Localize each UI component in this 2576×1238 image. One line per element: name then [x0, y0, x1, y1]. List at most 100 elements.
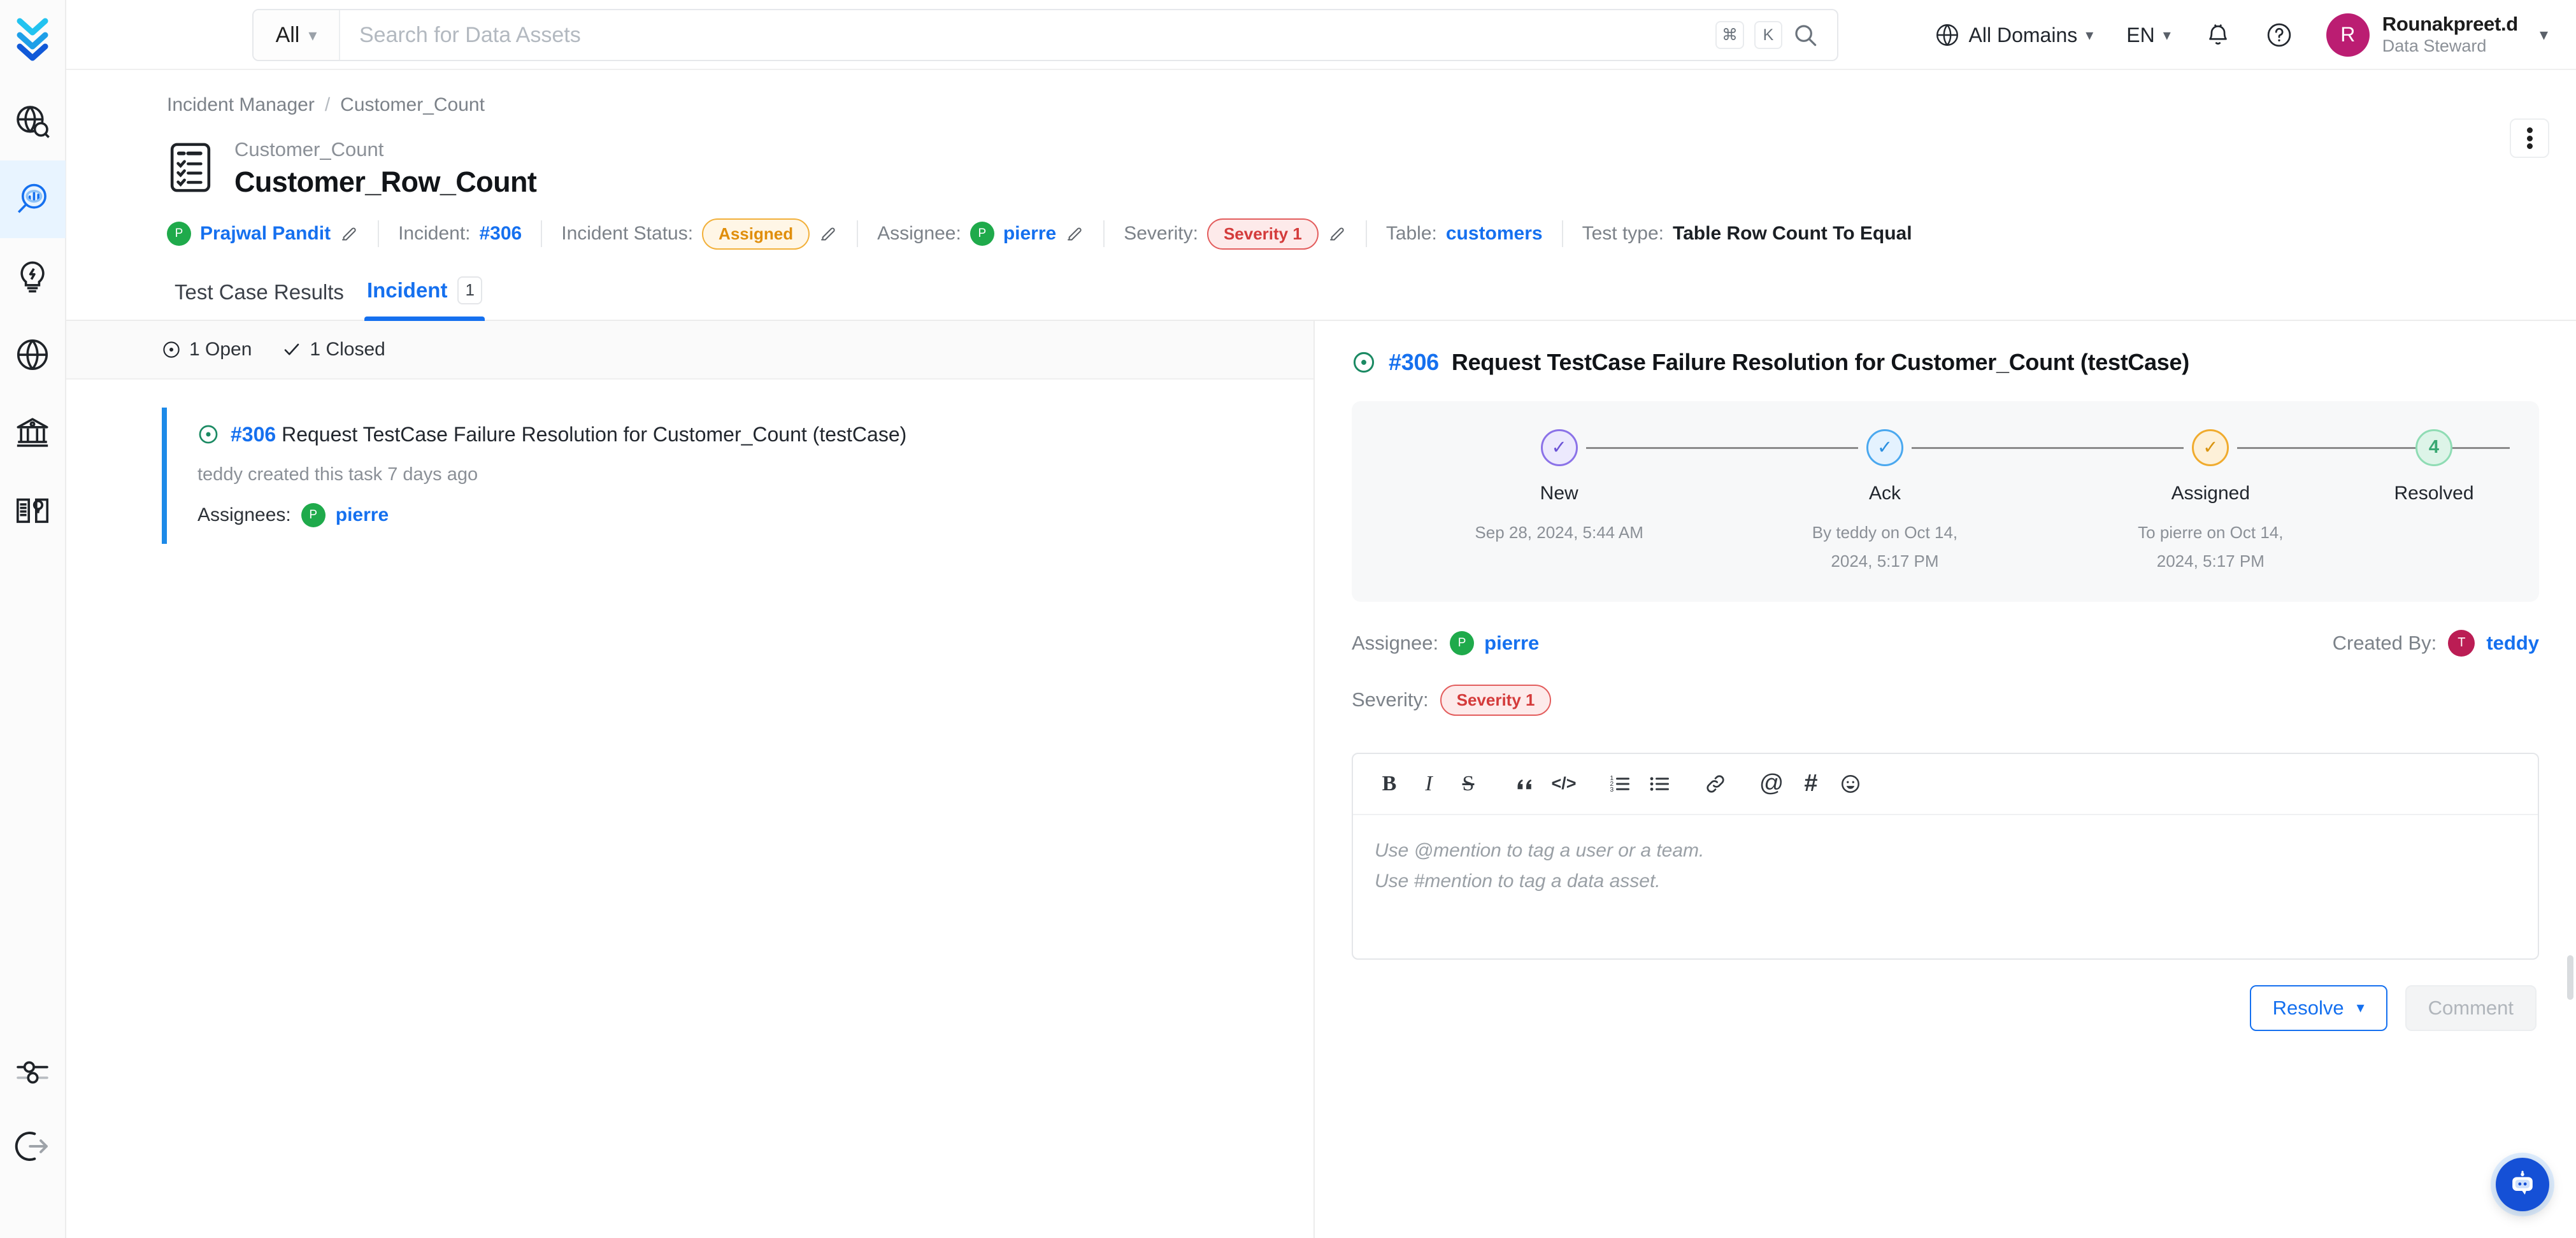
breadcrumb-parent[interactable]: Incident Manager: [167, 94, 315, 116]
resolve-button[interactable]: Resolve ▾: [2250, 985, 2387, 1031]
comment-input[interactable]: Use @mention to tag a user or a team. Us…: [1353, 815, 2538, 958]
edit-pencil-icon[interactable]: [819, 224, 838, 243]
domain-selector[interactable]: All Domains ▾: [1917, 22, 2110, 48]
detail-assignee-row: Assignee: P pierre Created By: T teddy: [1352, 630, 2539, 657]
emoji-icon[interactable]: [1831, 764, 1870, 804]
sidebar-item-domains[interactable]: [0, 316, 66, 394]
chevron-down-icon: ▾: [2531, 25, 2548, 45]
incident-stepper: ✓ New Sep 28, 2024, 5:44 AM ✓: [1352, 401, 2539, 602]
table-link[interactable]: customers: [1446, 223, 1543, 245]
created-by-link[interactable]: teddy: [2486, 632, 2539, 655]
notification-bell-icon[interactable]: [2187, 21, 2249, 49]
entity-meta-row: P Prajwal Pandit Incident: #306 Incident…: [66, 199, 2576, 250]
detail-assignee-value: P pierre: [1450, 631, 1539, 655]
incident-id-link[interactable]: #306: [480, 223, 522, 245]
page-title-block: Customer_Count Customer_Row_Count: [234, 138, 536, 199]
sidebar-item-insights[interactable]: [0, 238, 66, 316]
owner-link[interactable]: Prajwal Pandit: [200, 223, 331, 245]
status-badge[interactable]: Assigned: [702, 218, 810, 250]
meta-incident-status: Incident Status: Assigned: [561, 218, 857, 250]
help-circle-icon[interactable]: [2249, 21, 2310, 49]
assignee-link[interactable]: pierre: [1003, 223, 1056, 245]
user-role: Data Steward: [2382, 36, 2518, 57]
check-icon: [282, 340, 301, 359]
mention-asset-icon[interactable]: #: [1791, 764, 1831, 804]
language-label: EN: [2126, 24, 2154, 47]
filter-closed[interactable]: 1 Closed: [282, 339, 385, 360]
severity-badge[interactable]: Severity 1: [1207, 218, 1319, 250]
sidebar-item-govern[interactable]: [0, 394, 66, 471]
more-vertical-icon[interactable]: [2510, 118, 2549, 158]
step-resolved: 4 Resolved: [2373, 429, 2494, 518]
edit-pencil-icon[interactable]: [1065, 224, 1084, 243]
user-info: Rounakpreet.d Data Steward: [2382, 13, 2518, 57]
meta-owner: P Prajwal Pandit: [167, 222, 378, 246]
domain-selector-label: All Domains: [1969, 24, 2078, 47]
strikethrough-icon[interactable]: S: [1449, 764, 1488, 804]
search-icon[interactable]: [1792, 22, 1818, 48]
filter-open-label: 1 Open: [189, 339, 252, 360]
task-assignees-label: Assignees:: [197, 504, 291, 526]
top-bar: All ▾ ⌘ K: [66, 0, 2576, 70]
sidebar-item-glossary[interactable]: [0, 471, 66, 549]
ordered-list-icon[interactable]: 1 2 3: [1600, 764, 1640, 804]
global-search: All ▾ ⌘ K: [252, 9, 1838, 61]
resolve-label: Resolve: [2273, 997, 2344, 1020]
task-title: Request TestCase Failure Resolution for …: [282, 423, 906, 446]
meta-label-test-type: Test type:: [1582, 223, 1664, 245]
app-root: All ▾ ⌘ K: [0, 0, 2576, 1238]
sidebar-item-explore[interactable]: [0, 83, 66, 160]
user-name: Rounakpreet.d: [2382, 13, 2518, 36]
avatar: T: [2448, 630, 2475, 657]
tab-label: Incident: [367, 278, 448, 302]
tab-incident[interactable]: Incident 1: [355, 276, 494, 320]
app-logo[interactable]: [0, 11, 65, 66]
divider: [1366, 220, 1367, 247]
comment-button[interactable]: Comment: [2405, 985, 2537, 1031]
detail-created-by: Created By: T teddy: [2333, 630, 2539, 657]
meta-test-type: Test type: Table Row Count To Equal: [1582, 223, 1931, 245]
language-selector[interactable]: EN ▾: [2110, 24, 2187, 47]
step-timestamp: Sep 28, 2024, 5:44 AM: [1475, 518, 1643, 548]
mention-user-icon[interactable]: @: [1752, 764, 1791, 804]
content-split: 1 Open 1 Closed: [66, 321, 2576, 1238]
task-assignee-link[interactable]: pierre: [336, 504, 389, 526]
avatar: P: [1450, 631, 1474, 655]
chatbot-icon[interactable]: [2496, 1158, 2549, 1211]
scrollbar-thumb[interactable]: [2567, 955, 2573, 1000]
chevron-down-icon: ▾: [308, 25, 317, 45]
created-by-label: Created By:: [2333, 632, 2437, 655]
search-input[interactable]: [340, 10, 1715, 60]
detail-assignee-link[interactable]: pierre: [1484, 632, 1539, 655]
detail-severity-label: Severity:: [1352, 688, 1429, 711]
steps: ✓ New Sep 28, 2024, 5:44 AM ✓: [1396, 429, 2494, 576]
detail-task-id[interactable]: #306: [1389, 349, 1439, 376]
task-id[interactable]: #306: [231, 423, 276, 446]
edit-pencil-icon[interactable]: [340, 224, 359, 243]
edit-pencil-icon[interactable]: [1327, 224, 1347, 243]
meta-label-status: Incident Status:: [561, 223, 693, 245]
editor-toolbar: B I S </> 1: [1353, 754, 2538, 815]
step-connector: [1912, 447, 2184, 449]
divider: [857, 220, 858, 247]
avatar: P: [301, 503, 326, 527]
sidebar-item-data-quality[interactable]: [0, 160, 66, 238]
sidebar-item-settings[interactable]: [0, 1035, 66, 1109]
link-icon[interactable]: [1696, 764, 1735, 804]
task-detail-pane: #306 Request TestCase Failure Resolution…: [1315, 321, 2576, 1238]
code-block-icon[interactable]: </>: [1544, 764, 1584, 804]
meta-label-assignee: Assignee:: [877, 223, 961, 245]
italic-icon[interactable]: I: [1409, 764, 1449, 804]
user-menu[interactable]: R Rounakpreet.d Data Steward ▾: [2310, 13, 2553, 57]
tab-test-case-results[interactable]: Test Case Results: [163, 280, 355, 320]
bold-icon[interactable]: B: [1370, 764, 1409, 804]
search-scope-select[interactable]: All ▾: [254, 10, 340, 60]
blockquote-icon[interactable]: [1505, 764, 1544, 804]
sidebar-item-logout[interactable]: [0, 1109, 66, 1183]
bullet-list-icon[interactable]: [1640, 764, 1679, 804]
list-item[interactable]: #306 Request TestCase Failure Resolution…: [162, 408, 1275, 544]
severity-badge[interactable]: Severity 1: [1440, 685, 1552, 716]
breadcrumb-separator: /: [325, 94, 330, 116]
filter-open[interactable]: 1 Open: [162, 339, 252, 360]
topbar-right: All Domains ▾ EN ▾: [1917, 0, 2553, 70]
